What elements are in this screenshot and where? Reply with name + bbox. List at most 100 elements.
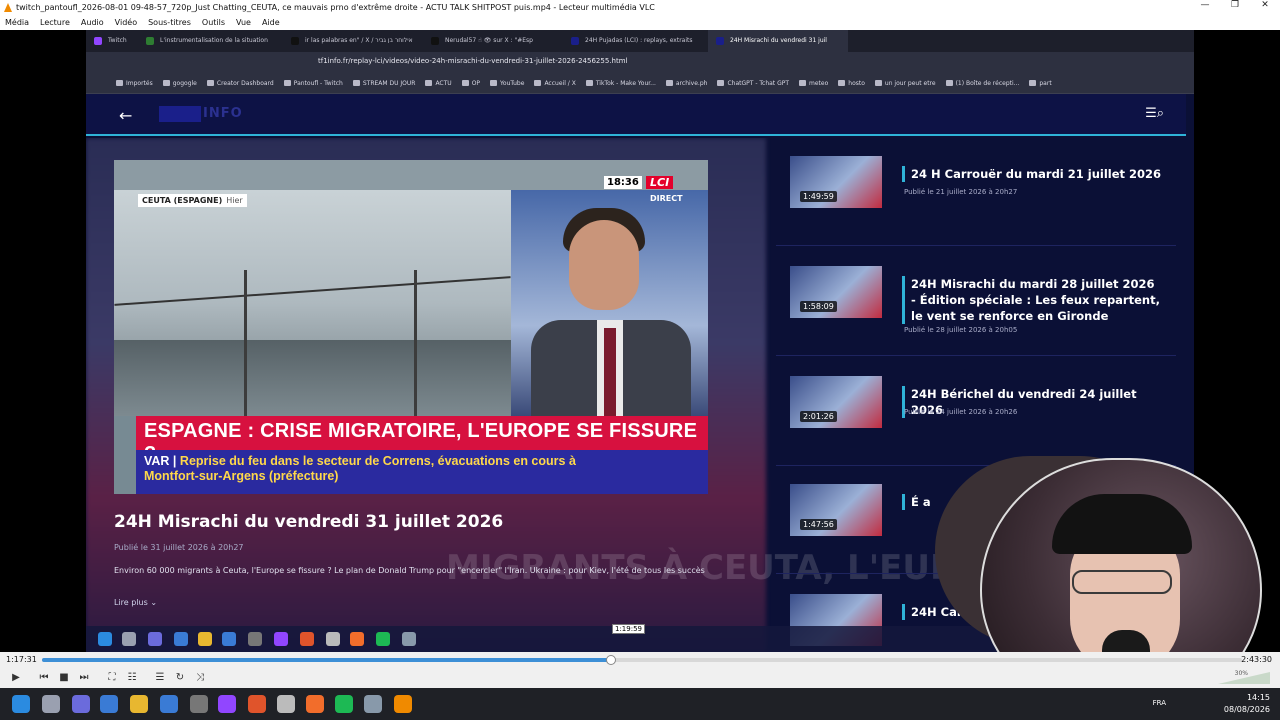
vlc-icon[interactable] — [394, 695, 412, 713]
seek-handle[interactable] — [605, 655, 616, 665]
tab-label: L'instrumentalisation de la situation — [160, 37, 268, 44]
lci-channel-badge: LCI — [646, 176, 674, 189]
bookmark: (1) Boîte de récepti... — [946, 80, 1020, 87]
volume-percent: 30% — [1234, 670, 1248, 677]
playback-controls: ▶ ⏮ ■ ⏭ ⛶ ☷ ☰ ↻ ⤨ — [0, 668, 1280, 688]
folder-icon[interactable] — [130, 695, 148, 713]
chrome-icon[interactable] — [277, 695, 295, 713]
minimize-icon[interactable]: — — [1190, 0, 1220, 15]
play-icon[interactable]: ▶ — [6, 669, 26, 687]
duration-badge: 1:47:56 — [800, 519, 837, 530]
fullscreen-icon[interactable]: ⛶ — [102, 669, 122, 687]
menu-view[interactable]: Vue — [236, 15, 251, 30]
duration-badge: 2:01:26 — [800, 411, 837, 422]
menu-help[interactable]: Aide — [262, 15, 280, 30]
tab-label: 24H Misrachi du vendredi 31 juil — [730, 37, 827, 44]
location-name: CEUTA (ESPAGNE) — [142, 196, 223, 205]
brave-icon[interactable] — [248, 695, 266, 713]
streamer-glasses — [1072, 570, 1172, 594]
brave-icon — [300, 632, 314, 646]
menu-subtitles[interactable]: Sous-titres — [148, 15, 191, 30]
bookmark: ACTU — [425, 80, 451, 87]
menu-tools[interactable]: Outils — [202, 15, 225, 30]
close-icon[interactable]: ✕ — [1250, 0, 1280, 15]
x-icon — [431, 37, 439, 45]
related-item: 1:49:59 24 H Carrouër du mardi 21 juille… — [776, 156, 1176, 246]
related-thumbnail: 1:49:59 — [790, 156, 882, 208]
discord-icon[interactable] — [72, 695, 90, 713]
bookmark: Creator Dashboard — [207, 80, 274, 87]
window-title: twitch_pantoufl_2026-08-01 09-48-57_720p… — [16, 3, 655, 12]
menu-video[interactable]: Vidéo — [115, 15, 137, 30]
fence-post — [414, 270, 417, 420]
steam-icon — [222, 632, 236, 646]
total-time: 2:43:30 — [1241, 655, 1272, 664]
video-date: Publié le 31 juillet 2026 à 20h27 — [114, 543, 244, 552]
extended-settings-icon[interactable]: ☷ — [122, 669, 142, 687]
windows-start-icon[interactable] — [12, 695, 30, 713]
clock-date: 08/08/2026 — [1223, 705, 1270, 714]
steam-icon[interactable] — [100, 695, 118, 713]
bookmark: YouTube — [490, 80, 524, 87]
ceuta-footage — [114, 190, 511, 420]
video-description: Environ 60 000 migrants à Ceuta, l'Europ… — [114, 566, 705, 575]
back-arrow-icon: ← — [119, 106, 133, 125]
video-frame[interactable]: Twitch L'instrumentalisation de la situa… — [0, 30, 1280, 652]
stop-icon[interactable]: ■ — [54, 669, 74, 687]
next-icon[interactable]: ⏭ — [74, 669, 94, 687]
streamer-cap — [1052, 494, 1192, 554]
spotify-icon[interactable] — [335, 695, 353, 713]
firefox-icon[interactable] — [306, 695, 324, 713]
menu-audio[interactable]: Audio — [81, 15, 104, 30]
vlc-cone-icon — [4, 3, 12, 12]
anchor-tie — [604, 328, 616, 418]
lci-icon — [716, 37, 724, 45]
system-clock[interactable]: 14:15 08/08/2026 — [1224, 692, 1270, 716]
seek-bar[interactable] — [42, 655, 1242, 665]
obs-icon[interactable] — [190, 695, 208, 713]
twitch-icon — [94, 37, 102, 45]
previous-icon[interactable]: ⏮ — [34, 669, 54, 687]
related-thumbnail: 1:58:09 — [790, 266, 882, 318]
duration-badge: 1:58:09 — [800, 301, 837, 312]
twitch-icon[interactable] — [218, 695, 236, 713]
site-icon — [146, 37, 154, 45]
playlist-icon[interactable]: ☰ — [150, 669, 170, 687]
seek-progress — [42, 658, 611, 662]
tab-2: ir las palabras en" / X / אילוחר בן גביר — [283, 30, 423, 52]
bookmark: ChatGPT - Tchat GPT — [717, 80, 789, 87]
location-when: Hier — [226, 196, 243, 205]
seek-row: 1:17:31 2:43:30 — [0, 652, 1280, 668]
related-item: 2:01:26 24H Bérichel du vendredi 24 juil… — [776, 376, 1176, 466]
steam-icon[interactable] — [160, 695, 178, 713]
related-date: Publié le 28 juillet 2026 à 20h05 — [904, 326, 1018, 334]
settings-icon[interactable] — [364, 695, 382, 713]
search-icon[interactable] — [42, 695, 60, 713]
seek-tooltip: 1:19:59 — [612, 624, 645, 634]
tab-1: L'instrumentalisation de la situation — [138, 30, 283, 52]
site-header: ← INFO ☰⌕ — [86, 94, 1186, 136]
tab-4: 24H Pujadas (LCI) : replays, extraits — [563, 30, 708, 52]
loop-icon[interactable]: ↻ — [170, 669, 190, 687]
menu-playback[interactable]: Lecture — [40, 15, 70, 30]
fence-post — [244, 270, 247, 420]
related-thumbnail: 1:47:56 — [790, 484, 882, 536]
menu-media[interactable]: Média — [5, 15, 29, 30]
spotify-icon — [376, 632, 390, 646]
volume-slider[interactable]: 30% — [1218, 670, 1270, 684]
shuffle-icon[interactable]: ⤨ — [190, 669, 210, 687]
settings-icon — [402, 632, 416, 646]
fence-wire — [114, 276, 511, 306]
input-language[interactable]: FRA — [1153, 699, 1166, 707]
bookmark: meteo — [799, 80, 828, 87]
anchor-head — [569, 220, 639, 310]
bookmark: un jour peut etre — [875, 80, 936, 87]
bookmark: hosto — [838, 80, 865, 87]
folder-icon — [198, 632, 212, 646]
restore-icon[interactable]: ❐ — [1220, 0, 1250, 15]
bookmarks-bar: Importés gogogle Creator Dashboard Panto… — [86, 74, 1194, 94]
duration-badge: 1:49:59 — [800, 191, 837, 202]
tab-label: 24H Pujadas (LCI) : replays, extraits — [585, 37, 693, 44]
ticker-body: Reprise du feu dans le secteur de Corren… — [144, 454, 576, 483]
bookmark: OP — [462, 80, 480, 87]
